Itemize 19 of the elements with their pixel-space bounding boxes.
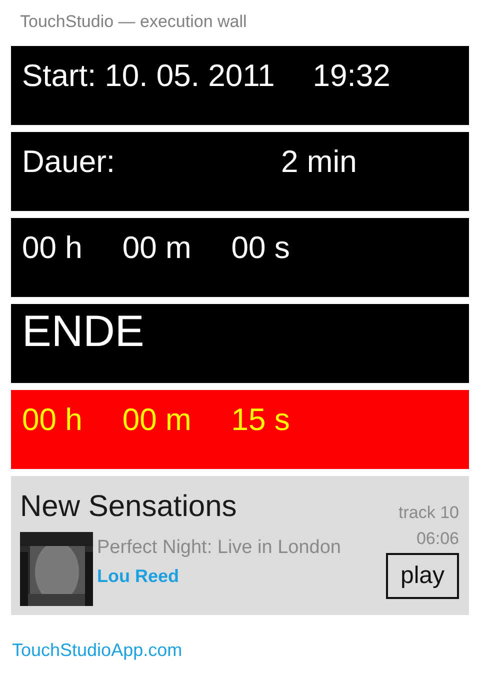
artist-link[interactable]: Lou Reed xyxy=(97,564,341,588)
track-number: track 10 xyxy=(398,502,459,524)
panel-text: 2 min xyxy=(281,144,357,180)
panel-text: Dauer: xyxy=(22,144,116,180)
play-button[interactable]: play xyxy=(386,553,459,599)
panel-text: 00 m xyxy=(122,230,192,266)
panel-text: 00 h xyxy=(22,402,82,438)
panel-text: 19:32 xyxy=(312,58,390,94)
album-name: Perfect Night: Live in London xyxy=(97,536,341,560)
website-link[interactable]: TouchStudioApp.com xyxy=(12,640,182,660)
panel-text: Start: 10. 05. 2011 xyxy=(22,58,275,94)
panel-text: 00 s xyxy=(231,230,290,266)
subtitle: TouchStudio — execution wall xyxy=(20,12,247,31)
panel-text: ENDE xyxy=(22,314,144,350)
panel-text: 00 m xyxy=(122,402,192,438)
panel-text: 00 h xyxy=(22,230,82,266)
song-title: New Sensations xyxy=(20,490,238,524)
track-duration: 06:06 xyxy=(416,528,459,550)
panel-text: 15 s xyxy=(231,402,290,438)
